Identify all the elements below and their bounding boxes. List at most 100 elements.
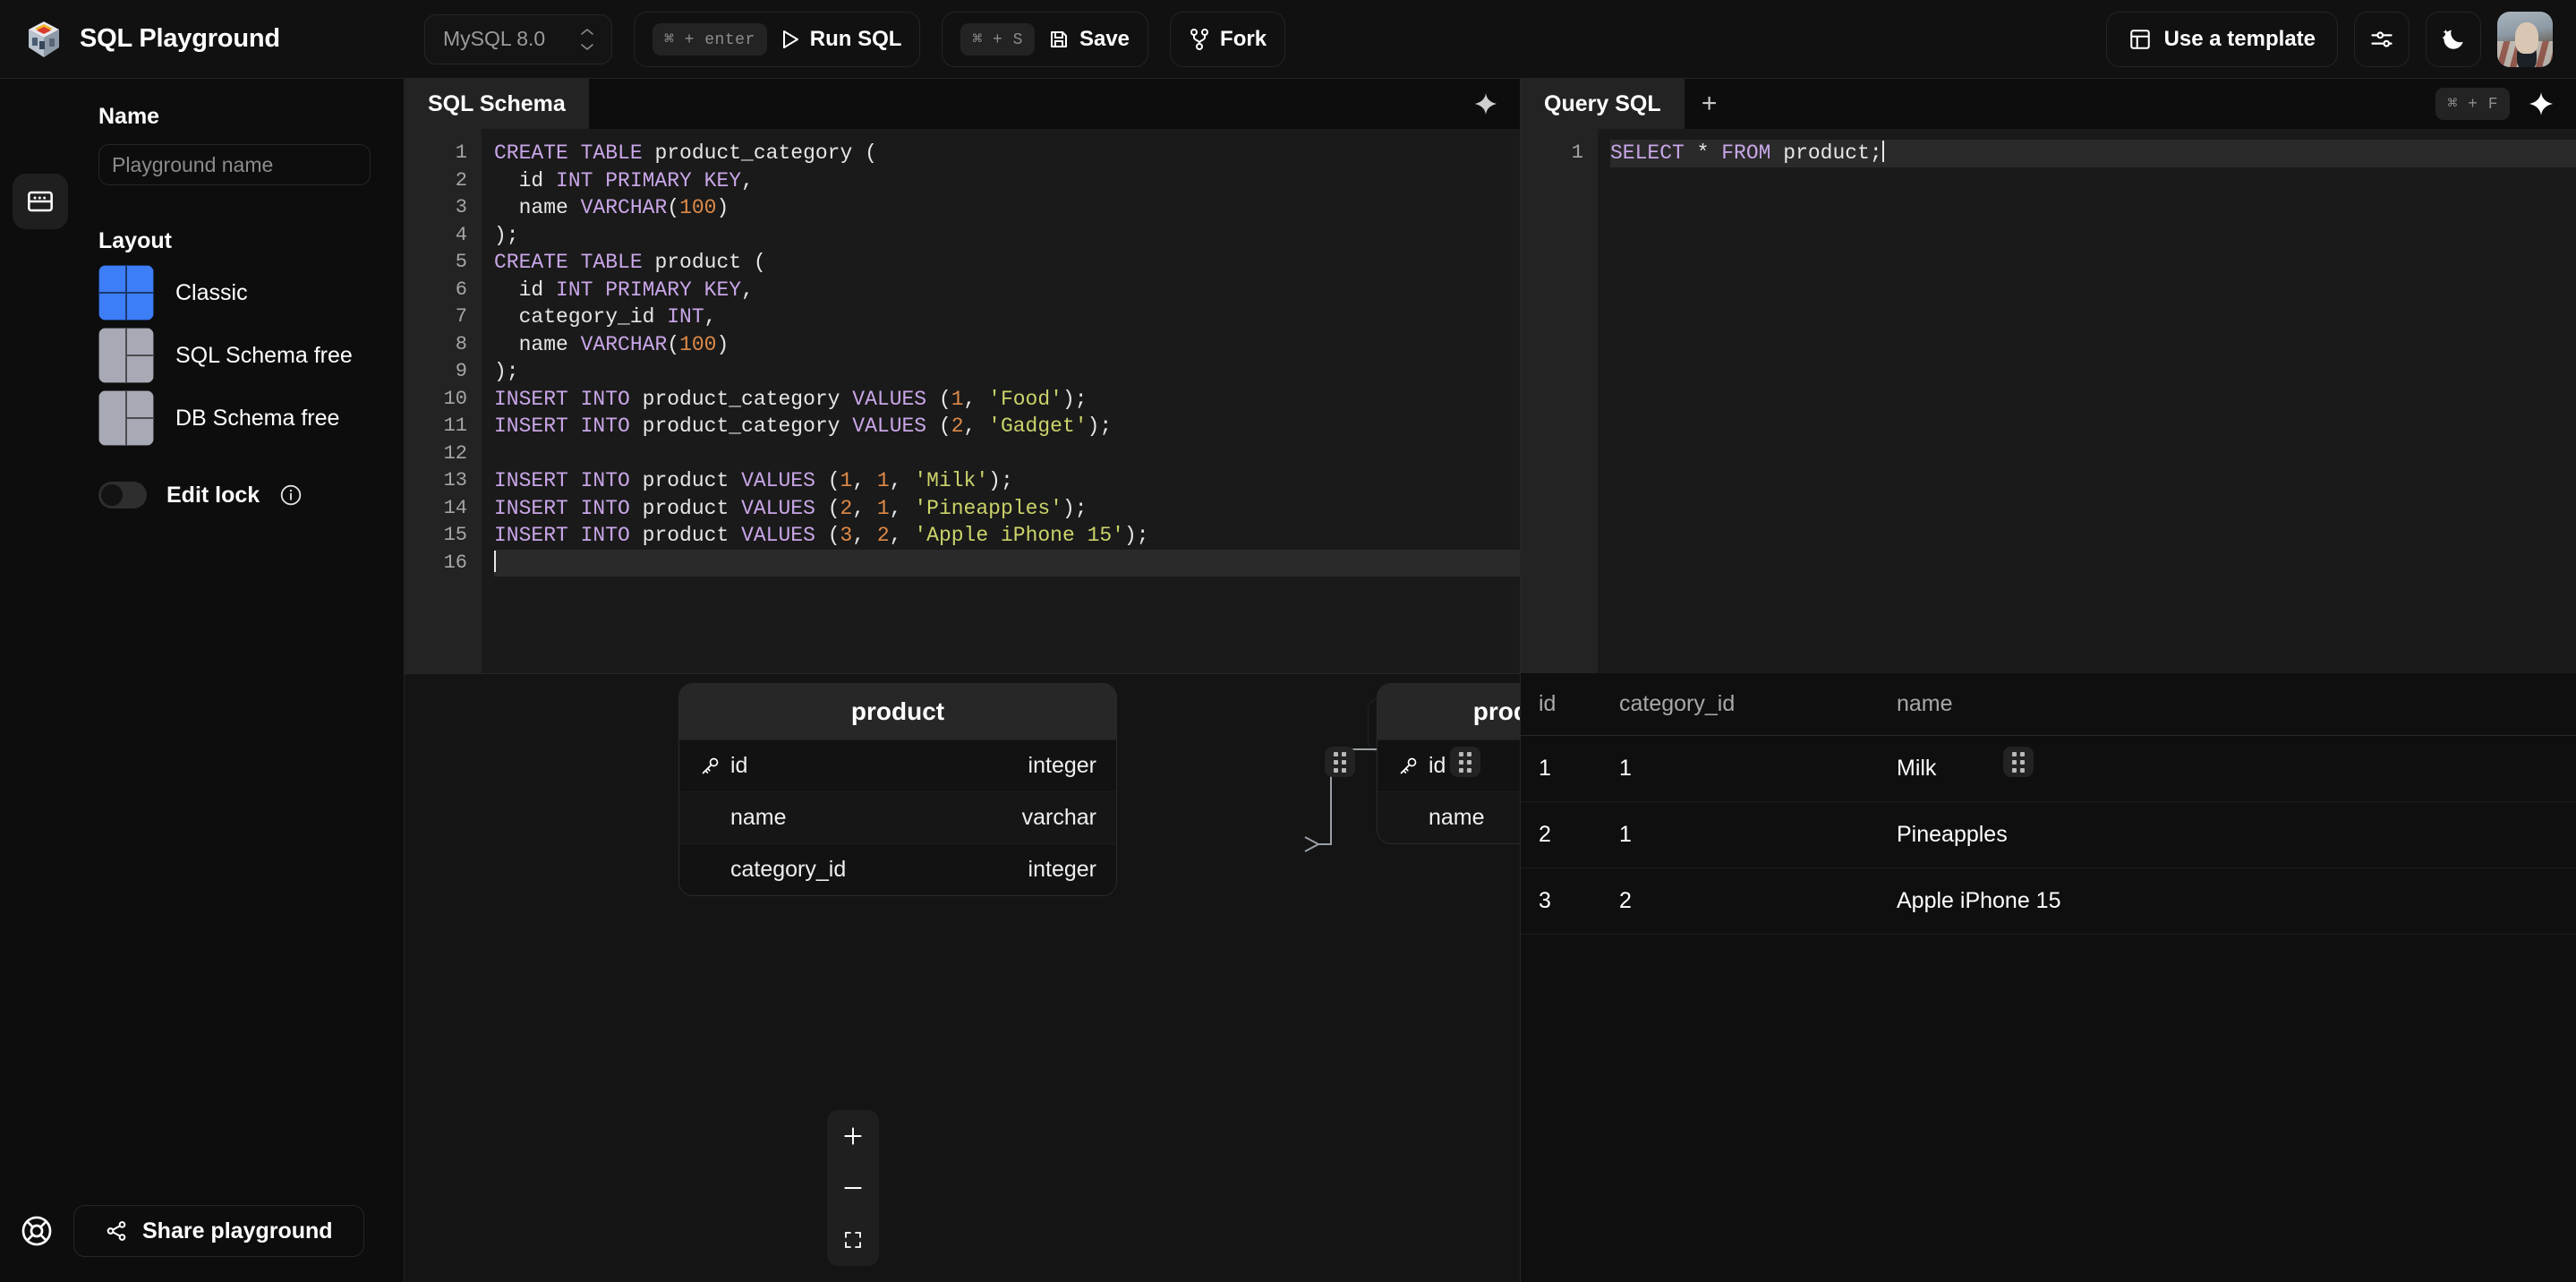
dialect-select[interactable]: MySQL 8.0 <box>424 13 612 64</box>
cell-id: 1 <box>1521 735 1619 802</box>
layout-option-label: Classic <box>175 279 248 305</box>
query-sql-editor[interactable]: 1 SELECT * FROM product; <box>1521 129 2576 673</box>
results-col-id[interactable]: id <box>1521 673 1619 736</box>
layout-sql-schema-free-icon <box>98 328 154 383</box>
fork-button[interactable]: Fork <box>1189 27 1267 52</box>
results-col-name[interactable]: name <box>1897 673 2576 736</box>
settings-button[interactable] <box>2354 11 2410 67</box>
lifebuoy-icon[interactable] <box>20 1214 54 1248</box>
erd-field-type: varchar <box>1021 805 1096 830</box>
sql-playground-app: SQL Playground MySQL 8.0 ⌘ + enter Run S… <box>0 0 2576 1282</box>
info-icon[interactable] <box>279 483 303 507</box>
layout-heading: Layout <box>98 228 172 253</box>
tab-sql-schema[interactable]: SQL Schema <box>405 79 589 129</box>
schema-tabs-row: SQL Schema <box>405 79 1520 129</box>
dialect-value: MySQL 8.0 <box>443 27 546 50</box>
sidebar-footer: Share playground <box>0 1205 404 1257</box>
run-sql-group[interactable]: ⌘ + enter Run SQL <box>634 11 921 67</box>
layout-option-label: DB Schema free <box>175 405 340 431</box>
erd-field-row[interactable]: name varchar <box>1378 791 1520 843</box>
primary-key-icon <box>699 756 721 777</box>
erd-field-row[interactable]: id integer <box>679 739 1116 791</box>
splitter-handle-horizontal[interactable] <box>1325 747 1355 777</box>
tab-query-sql-label: Query SQL <box>1544 90 1661 116</box>
cell-name: Milk <box>1897 735 2576 802</box>
erd-field-name: id <box>730 753 748 778</box>
schema-code[interactable]: CREATE TABLE product_category ( id INT P… <box>482 129 1520 673</box>
layout-options: Classic SQL Schema free DB Schema free <box>98 265 371 446</box>
tab-sql-schema-label: SQL Schema <box>428 90 566 116</box>
zoom-in-button[interactable] <box>827 1110 879 1162</box>
main-body: Name Layout Classic SQL Schema f <box>0 79 2576 1282</box>
layout-option-classic[interactable]: Classic <box>98 265 371 320</box>
fit-screen-button[interactable] <box>827 1214 879 1266</box>
query-tab-actions: ⌘ + F <box>2435 79 2576 129</box>
results-table: id category_id name 1 1 Milk 2 1 Pineapp… <box>1521 673 2576 935</box>
cell-id: 2 <box>1521 801 1619 868</box>
run-sql-button[interactable]: Run SQL <box>780 26 902 52</box>
query-tabs-row: Query SQL + ⌘ + F <box>1521 79 2576 129</box>
edit-lock-label: Edit lock <box>166 482 260 508</box>
edit-lock-toggle[interactable] <box>98 482 147 509</box>
erd-field-name: name <box>1429 805 1485 830</box>
sidebar-toggle-button[interactable] <box>13 174 68 229</box>
erd-field-row[interactable]: category_id integer <box>679 843 1116 895</box>
schema-ai-button[interactable] <box>1473 79 1520 129</box>
sliders-icon <box>2369 27 2394 52</box>
table-row[interactable]: 3 2 Apple iPhone 15 <box>1521 867 2576 935</box>
layout-db-schema-free-icon <box>98 390 154 446</box>
cell-category-id: 2 <box>1619 867 1897 935</box>
center-column: SQL Schema 1 2 3 4 5 6 7 8 9 10 11 12 13 14 15 16 CREAT… <box>405 79 1520 1282</box>
erd-field-row[interactable]: id integer <box>1378 739 1520 791</box>
layout-option-sql-schema-free[interactable]: SQL Schema free <box>98 328 371 383</box>
top-toolbar: SQL Playground MySQL 8.0 ⌘ + enter Run S… <box>0 0 2576 79</box>
save-button[interactable]: Save <box>1048 27 1130 52</box>
schema-line-numbers: 1 2 3 4 5 6 7 8 9 10 11 12 13 14 15 16 <box>405 129 482 673</box>
add-query-tab-button[interactable]: + <box>1685 79 1735 129</box>
find-shortcut: ⌘ + F <box>2435 88 2510 120</box>
erd-table-product[interactable]: product id integer name varchar category… <box>678 683 1117 896</box>
save-label: Save <box>1079 26 1130 51</box>
splitter-handle-vertical-top[interactable] <box>1450 747 1480 777</box>
tab-query-sql[interactable]: Query SQL <box>1521 79 1685 129</box>
splitter-handle-vertical-results[interactable] <box>2003 747 2034 777</box>
query-line-numbers: 1 <box>1521 129 1598 673</box>
table-row[interactable]: 1 1 Milk <box>1521 735 2576 802</box>
results-col-category-id[interactable]: category_id <box>1619 673 1897 736</box>
query-ai-button[interactable] <box>2528 90 2555 117</box>
sparkle-icon <box>2528 90 2555 117</box>
use-template-label: Use a template <box>2163 26 2316 51</box>
erd-field-name: id <box>1429 753 1446 778</box>
cube-logo-icon <box>23 19 64 60</box>
save-icon <box>1048 29 1070 50</box>
run-sql-label: Run SQL <box>809 26 902 51</box>
sql-schema-editor[interactable]: 1 2 3 4 5 6 7 8 9 10 11 12 13 14 15 16 CREATE TABLE pro… <box>405 129 1520 673</box>
erd-field-row[interactable]: name varchar <box>679 791 1116 843</box>
sidebar-content: Name Layout Classic SQL Schema f <box>0 104 404 509</box>
avatar[interactable] <box>2497 11 2553 67</box>
cell-name: Apple iPhone 15 <box>1897 867 2576 935</box>
theme-toggle-button[interactable] <box>2426 11 2481 67</box>
erd-table-title: product_category <box>1378 684 1520 739</box>
erd-field-name: category_id <box>730 857 847 882</box>
play-icon <box>780 29 800 50</box>
sidebar: Name Layout Classic SQL Schema f <box>0 79 405 1282</box>
erd-table-product-category[interactable]: product_category id integer <box>1377 683 1520 844</box>
fork-group[interactable]: Fork <box>1170 11 1286 67</box>
table-row[interactable]: 2 1 Pineapples <box>1521 801 2576 868</box>
fork-label: Fork <box>1220 26 1267 51</box>
layout-option-db-schema-free[interactable]: DB Schema free <box>98 390 371 446</box>
save-group[interactable]: ⌘ + S Save <box>942 11 1149 67</box>
topbar-right-actions: Use a template <box>2105 11 2553 67</box>
share-playground-button[interactable]: Share playground <box>73 1205 364 1257</box>
sparkle-icon <box>1473 91 1498 116</box>
cell-id: 3 <box>1521 867 1619 935</box>
zoom-out-button[interactable] <box>827 1162 879 1214</box>
share-playground-label: Share playground <box>142 1218 333 1244</box>
use-template-button[interactable]: Use a template <box>2105 11 2338 67</box>
playground-name-input[interactable] <box>98 144 371 185</box>
query-results-panel[interactable]: id category_id name 1 1 Milk 2 1 Pineapp… <box>1521 673 2576 1282</box>
diagram-zoom-controls <box>827 1110 879 1266</box>
query-code[interactable]: SELECT * FROM product; <box>1598 129 2576 673</box>
erd-field-type: integer <box>1028 753 1096 778</box>
